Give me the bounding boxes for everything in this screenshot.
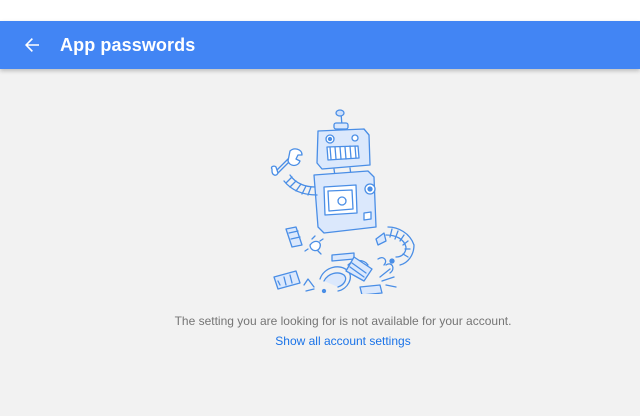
broken-robot-illustration (270, 109, 415, 294)
account-settings-link-row: Show all account settings (0, 333, 640, 349)
arrow-back-icon (25, 38, 39, 52)
top-strip (0, 0, 640, 21)
show-all-account-settings-link[interactable]: Show all account settings (275, 334, 410, 348)
main-content: The setting you are looking for is not a… (0, 69, 640, 416)
page-title: App passwords (60, 35, 196, 55)
app-bar: App passwords (0, 21, 640, 69)
back-button[interactable] (20, 33, 44, 57)
unavailable-message: The setting you are looking for is not a… (174, 314, 512, 328)
